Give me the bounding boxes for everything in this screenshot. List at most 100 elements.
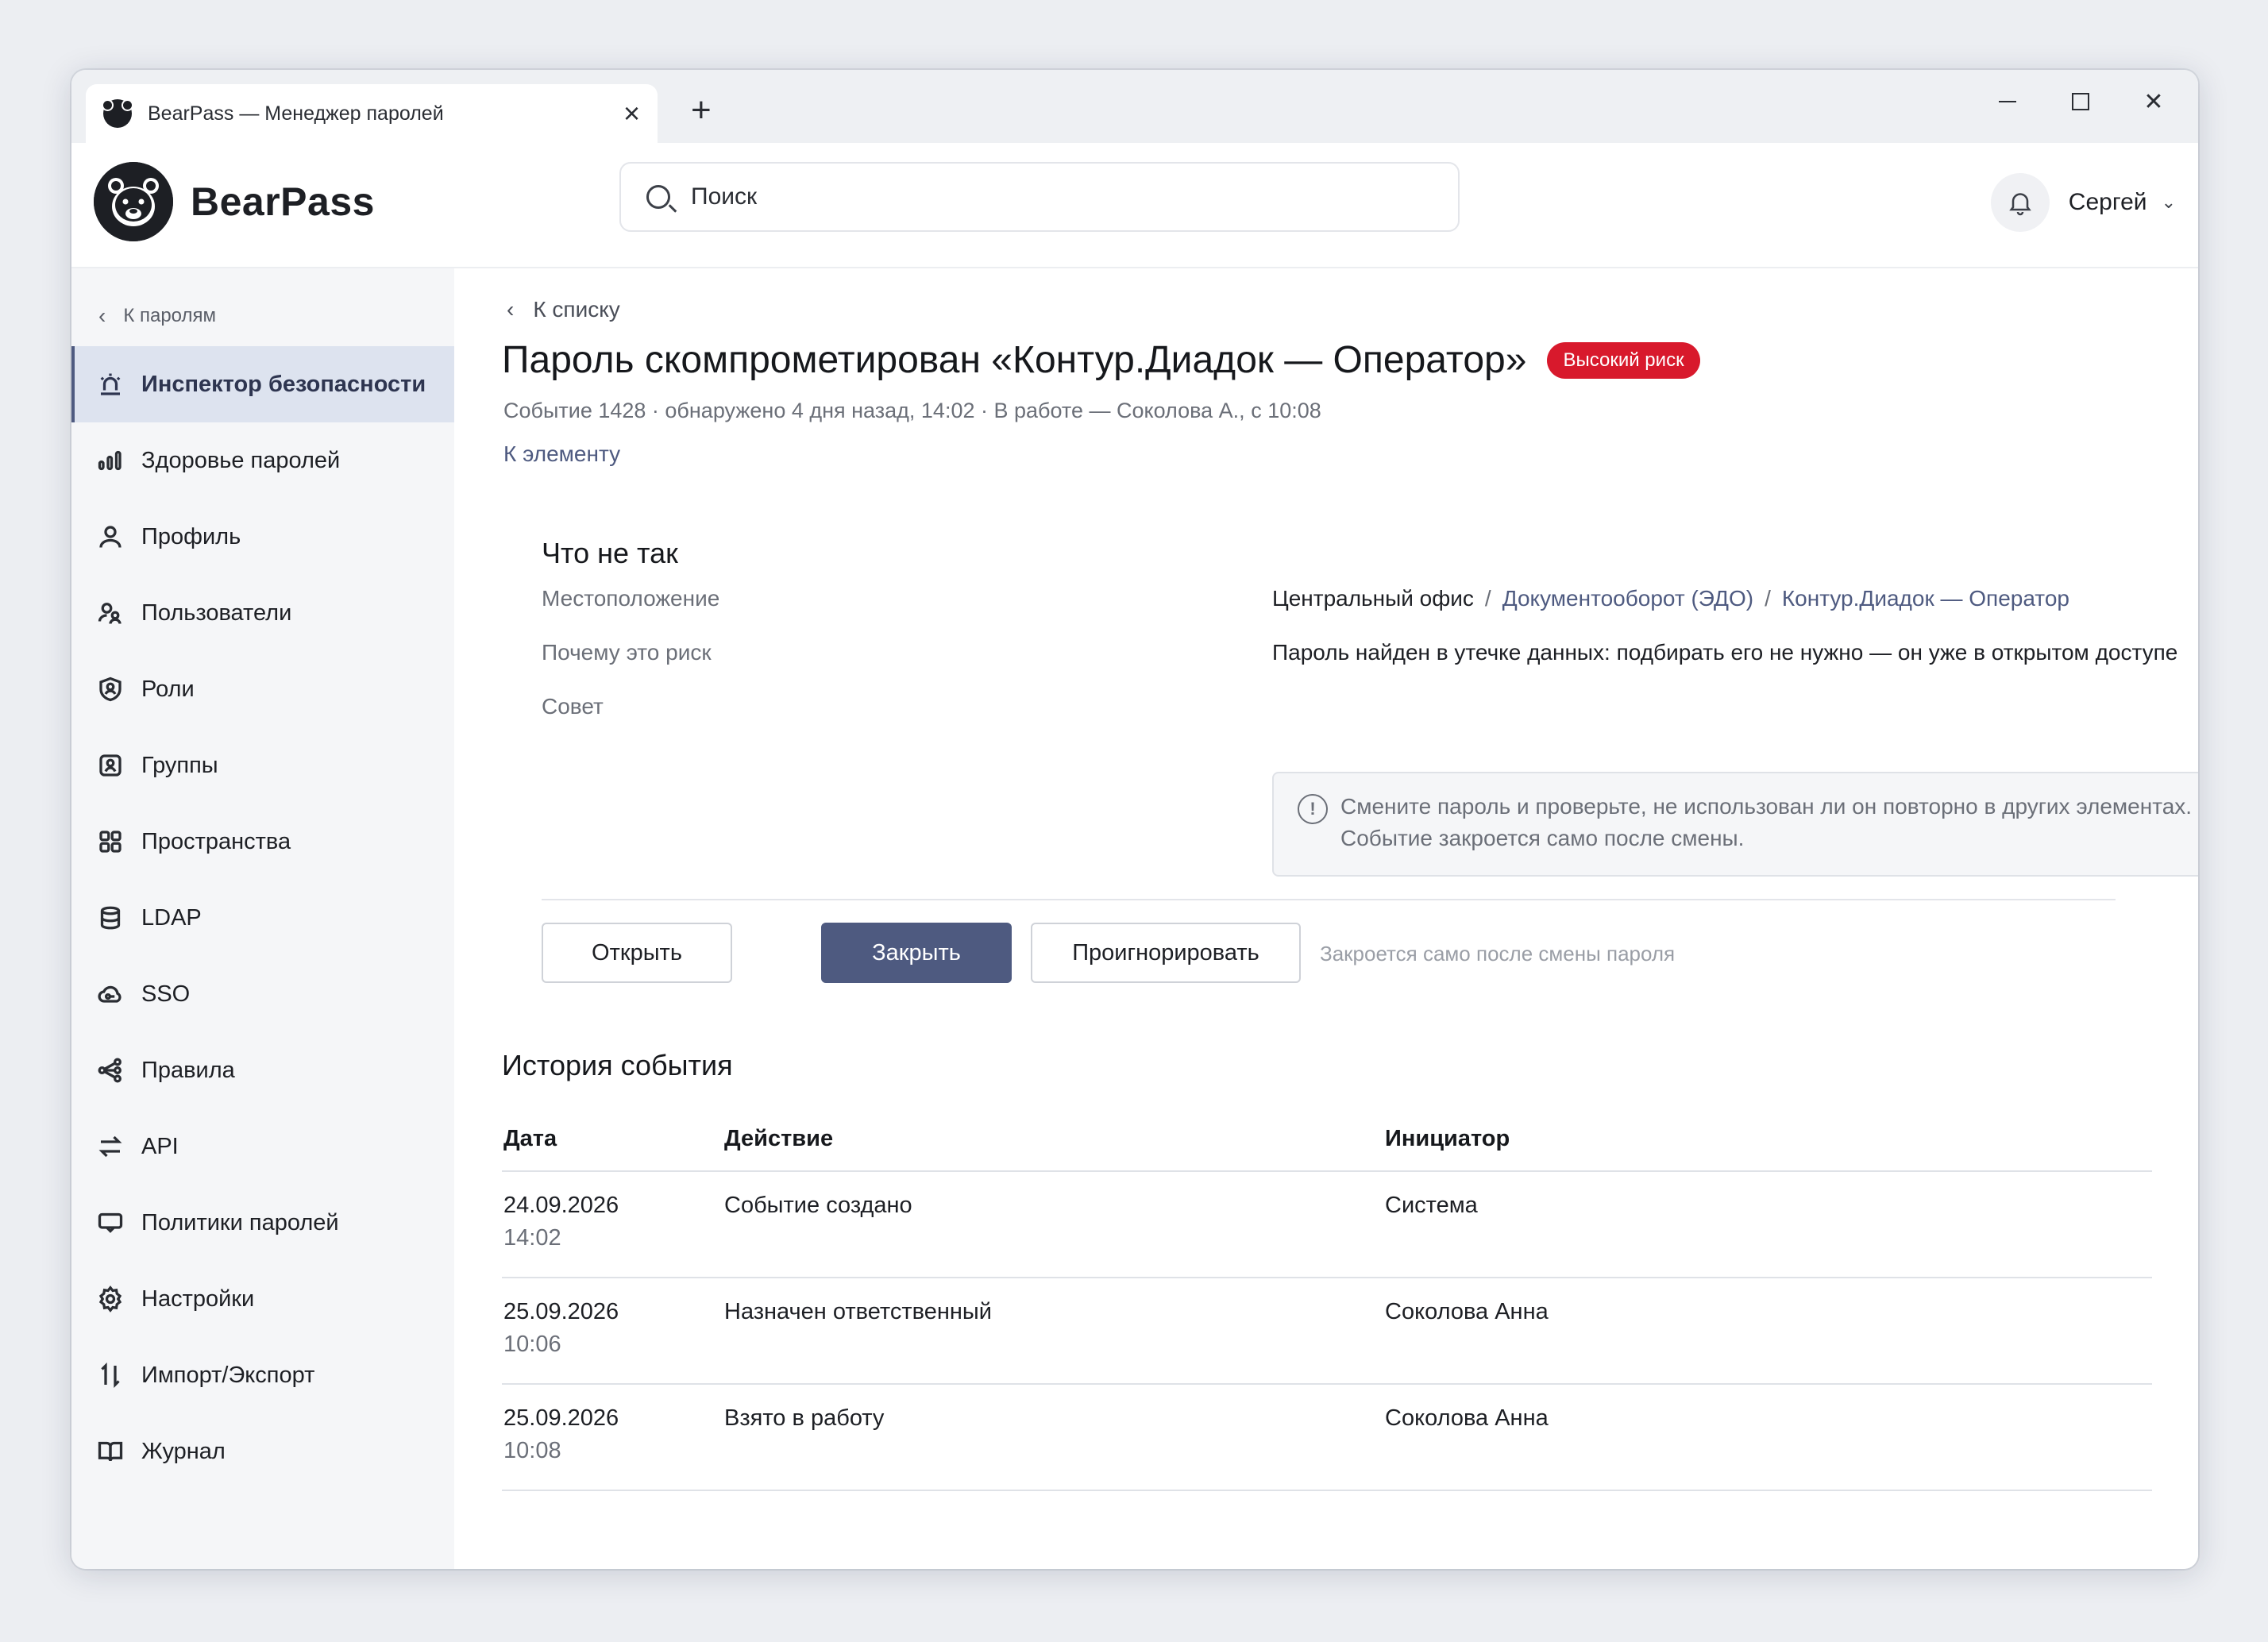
brand-logo[interactable]: BearPass [94,162,375,241]
sidebar-item-label: Инспектор безопасности [141,371,426,397]
browser-tab[interactable]: BearPass — Менеджер паролей × [86,84,658,143]
sidebar-item-spaces[interactable]: Пространства [71,804,454,880]
date-value: 25.09.2026 [503,1405,619,1431]
sidebar-item-users[interactable]: Пользователи [71,575,454,651]
sidebar: ‹ К паролям Инспектор безопасности Здоро… [71,268,454,1569]
minimize-icon[interactable] [1971,78,2044,125]
info-icon: ! [1298,794,1328,824]
sidebar-item-label: Роли [141,676,195,702]
divider [542,899,2116,900]
user-menu[interactable]: Сергей ⌄ [1990,173,2176,232]
search-icon [646,185,670,209]
sidebar-item-ldap[interactable]: LDAP [71,880,454,956]
bell-icon [2008,193,2031,216]
back-to-list-link[interactable]: ‹ К списку [507,297,620,322]
tab-bar: BearPass — Менеджер паролей × + ✕ [71,70,2198,143]
close-event-button[interactable]: Закрыть [821,923,1012,983]
search-box[interactable] [619,162,1460,232]
time-value: 10:08 [503,1438,561,1463]
import-export-icon [95,1360,125,1390]
sidebar-item-label: Здоровье паролей [141,447,341,473]
sidebar-item-settings[interactable]: Настройки [71,1261,454,1337]
location-item-link[interactable]: Контур.Диадок — Оператор [1782,586,2069,611]
column-header-action: Действие [724,1126,834,1151]
advice-label: Совет [542,694,604,719]
maximize-icon[interactable] [2044,78,2117,125]
sidebar-item-profile[interactable]: Профиль [71,499,454,575]
book-icon [95,1436,125,1467]
close-tab-icon[interactable]: × [623,99,640,128]
column-header-initiator: Инициатор [1385,1126,1510,1151]
brand-name: BearPass [191,179,375,224]
section-title-issue: Что не так [542,537,678,569]
sidebar-nav: Инспектор безопасности Здоровье паролей … [71,346,454,1490]
notifications-button[interactable] [1990,173,2050,232]
gear-icon [95,1284,125,1314]
why-value: Пароль найден в утечке данных: подбирать… [1272,640,2178,665]
sidebar-item-label: Профиль [141,523,241,549]
row-3-initiator: Соколова Анна [1385,1405,1549,1431]
row-1-action: Событие создано [724,1193,912,1218]
database-icon [95,903,125,933]
close-window-icon[interactable]: ✕ [2117,78,2190,125]
bars-icon [95,445,125,476]
person-icon [95,522,125,552]
sidebar-item-api[interactable]: API [71,1108,454,1185]
sidebar-item-sso[interactable]: SSO [71,956,454,1032]
sidebar-item-label: Пользователи [141,599,292,626]
search-input[interactable] [691,183,1406,210]
sidebar-item-security-inspector[interactable]: Инспектор безопасности [71,346,454,422]
row-1-initiator: Система [1385,1193,1478,1218]
advice-box: ! Смените пароль и проверьте, не использ… [1272,772,2198,877]
new-tab-button[interactable]: + [691,91,712,130]
sidebar-item-rules[interactable]: Правила [71,1032,454,1108]
history-title: История события [502,1049,733,1081]
sidebar-item-roles[interactable]: Роли [71,651,454,727]
sidebar-item-password-policies[interactable]: Политики паролей [71,1185,454,1261]
to-element-link[interactable]: К элементу [503,441,620,467]
sidebar-item-label: LDAP [141,904,202,931]
sidebar-item-groups[interactable]: Группы [71,727,454,804]
path-separator: / [1484,586,1491,611]
tab-title: BearPass — Менеджер паролей [148,102,444,125]
sidebar-item-import-export[interactable]: Импорт/Экспорт [71,1337,454,1413]
date-value: 25.09.2026 [503,1299,619,1324]
back-label: К паролям [123,305,216,326]
chevron-down-icon: ⌄ [2161,192,2176,212]
ignore-button[interactable]: Проигнорировать [1031,923,1301,983]
app-window: BearPass — Менеджер паролей × + ✕ BearPa… [71,70,2198,1569]
window-controls: ✕ [1971,78,2190,125]
page-header: Пароль скомпрометирован «Контур.Диадок —… [502,338,1700,382]
user-name: Сергей [2068,189,2147,215]
password-policy-icon [95,1208,125,1238]
sidebar-item-label: Группы [141,752,218,778]
risk-badge: Высокий риск [1547,341,1700,379]
app-header: BearPass Сергей ⌄ [71,143,2198,268]
sidebar-item-label: API [141,1133,179,1159]
row-3-action: Взято в работу [724,1405,885,1431]
open-button[interactable]: Открыть [542,923,732,983]
sidebar-item-journal[interactable]: Журнал [71,1413,454,1490]
why-label: Почему это риск [542,640,712,665]
page-title: Пароль скомпрометирован «Контур.Диадок —… [502,339,1527,381]
row-2-date: 25.09.2026 10:06 [503,1299,619,1358]
main-content: ‹ К списку Пароль скомпрометирован «Конт… [454,268,2198,1569]
back-to-passwords-link[interactable]: ‹ К паролям [98,303,216,329]
swap-icon [95,1131,125,1162]
row-3-date: 25.09.2026 10:08 [503,1405,619,1464]
sidebar-item-label: Настройки [141,1285,255,1312]
sidebar-item-password-health[interactable]: Здоровье паролей [71,422,454,499]
breadcrumb-label: К списку [533,297,620,322]
users-icon [95,598,125,628]
sidebar-item-label: Импорт/Экспорт [141,1362,315,1388]
nodes-icon [95,1055,125,1085]
location-root: Центральный офис [1272,586,1474,611]
sidebar-item-label: Правила [141,1057,235,1083]
sidebar-item-label: Политики паролей [141,1209,339,1235]
sidebar-item-label: SSO [141,981,191,1007]
row-divider [502,1277,2152,1278]
row-2-action: Назначен ответственный [724,1299,992,1324]
group-icon [95,750,125,781]
time-value: 10:06 [503,1332,561,1357]
location-folder-link[interactable]: Документооборот (ЭДО) [1502,586,1753,611]
